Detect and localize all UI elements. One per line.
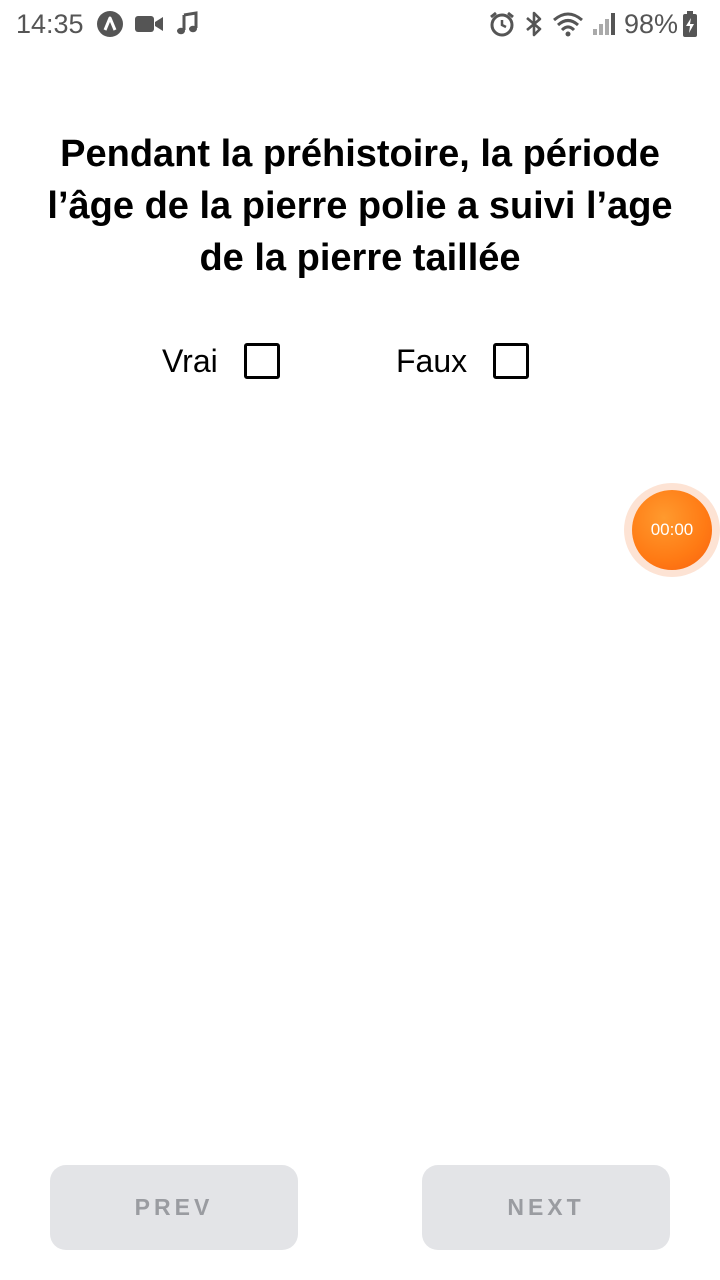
cell-signal-icon: [592, 11, 616, 37]
option-vrai[interactable]: Vrai: [162, 340, 280, 382]
status-time: 14:35: [16, 8, 84, 39]
option-vrai-label: Vrai: [162, 342, 218, 379]
status-bar: 14:35 98%: [0, 0, 720, 48]
prev-button[interactable]: PREV: [50, 1165, 298, 1250]
video-camera-icon: [134, 12, 164, 36]
android-studio-icon: [96, 10, 124, 38]
question-text: Pendant la préhistoire, la période l’âge…: [47, 133, 673, 279]
option-faux-checkbox[interactable]: [493, 343, 530, 379]
option-faux-label: Faux: [396, 342, 468, 379]
music-note-icon: [174, 11, 200, 37]
status-bar-right: 98%: [488, 9, 706, 40]
status-bar-left: 14:35: [16, 9, 210, 40]
wifi-icon: [552, 11, 584, 37]
option-faux[interactable]: Faux: [396, 340, 530, 382]
alarm-icon: [488, 10, 516, 38]
timer-value: 00:00: [650, 520, 694, 539]
battery-percentage: 98%: [623, 8, 678, 39]
timer-bubble[interactable]: 00:00: [624, 483, 720, 577]
option-vrai-checkbox[interactable]: [243, 343, 280, 379]
battery-charging-icon: [682, 10, 698, 38]
bluetooth-icon: [524, 10, 544, 38]
next-button[interactable]: NEXT: [422, 1165, 670, 1250]
timer-display: 00:00: [632, 490, 712, 570]
